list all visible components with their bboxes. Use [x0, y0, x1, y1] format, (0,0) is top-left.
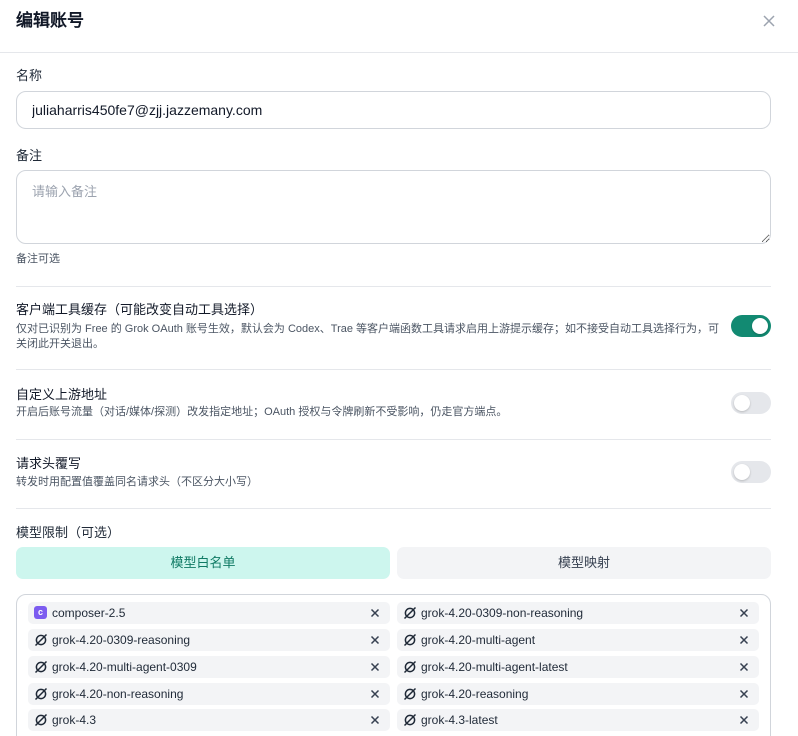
- notes-label: 备注: [16, 148, 43, 163]
- model-chip-label: grok-4.20-0309-non-reasoning: [421, 606, 584, 620]
- model-chip-label: grok-4.3: [52, 713, 97, 727]
- remove-icon[interactable]: [368, 713, 382, 727]
- custom-upstream-title: 自定义上游地址: [16, 387, 108, 402]
- model-chip-label: grok-4.20-multi-agent-latest: [421, 660, 568, 674]
- header-override-title: 请求头覆写: [16, 456, 82, 471]
- model-chip-label: grok-4.20-reasoning: [421, 687, 529, 701]
- close-icon[interactable]: [761, 13, 777, 29]
- model-chip-label: grok-4.3-latest: [421, 713, 498, 727]
- notes-textarea[interactable]: [16, 170, 771, 244]
- dialog-title: 编辑账号: [16, 11, 84, 30]
- model-whitelist-box: c composer-2.5 grok-4.20-0309-non-reason…: [16, 594, 771, 736]
- header-override-toggle[interactable]: [731, 461, 771, 483]
- client-tool-cache-description: 仅对已识别为 Free 的 Grok OAuth 账号生效，默认会为 Codex…: [16, 323, 720, 350]
- name-input[interactable]: [16, 91, 771, 129]
- custom-upstream-description: 开启后账号流量（对话/媒体/探测）改发指定地址；OAuth 授权与令牌刷新不受影…: [16, 406, 508, 418]
- remove-icon[interactable]: [737, 633, 751, 647]
- remove-icon[interactable]: [737, 606, 751, 620]
- model-limit-title: 模型限制（可选）: [16, 525, 121, 540]
- model-chip: grok-4.20-0309-reasoning: [28, 629, 390, 651]
- client-tool-cache-title: 客户端工具缓存（可能改变自动工具选择）: [16, 302, 264, 317]
- model-chip: grok-4.3: [28, 709, 390, 731]
- model-chip-label: grok-4.20-multi-agent-0309: [52, 660, 197, 674]
- remove-icon[interactable]: [368, 687, 382, 701]
- grok-icon: [403, 660, 417, 674]
- header-override-description: 转发时用配置值覆盖同名请求头（不区分大小写）: [16, 476, 258, 488]
- model-chip-label: grok-4.20-non-reasoning: [52, 687, 184, 701]
- remove-icon[interactable]: [368, 660, 382, 674]
- custom-upstream-toggle[interactable]: [731, 392, 771, 414]
- remove-icon[interactable]: [737, 713, 751, 727]
- client-tool-cache-toggle[interactable]: [731, 315, 771, 337]
- model-chip-label: grok-4.20-multi-agent: [421, 633, 536, 647]
- model-chip: grok-4.20-multi-agent: [397, 629, 759, 651]
- dialog-header: 编辑账号: [0, 0, 798, 53]
- model-chip: grok-4.20-multi-agent-0309: [28, 656, 390, 678]
- grok-icon: [34, 687, 48, 701]
- grok-icon: [34, 713, 48, 727]
- toggle-knob: [734, 395, 750, 411]
- grok-icon: [403, 687, 417, 701]
- model-chip: grok-4.3-latest: [397, 709, 759, 731]
- grok-icon: [403, 633, 417, 647]
- model-chip: grok-4.20-reasoning: [397, 683, 759, 705]
- model-chip-label: grok-4.20-0309-reasoning: [52, 633, 191, 647]
- divider: [16, 369, 771, 370]
- toggle-knob: [734, 464, 750, 480]
- model-chip: grok-4.20-0309-non-reasoning: [397, 602, 759, 624]
- model-chip: grok-4.20-non-reasoning: [28, 683, 390, 705]
- remove-icon[interactable]: [368, 606, 382, 620]
- model-chip: grok-4.20-multi-agent-latest: [397, 656, 759, 678]
- remove-icon[interactable]: [368, 633, 382, 647]
- grok-icon: [403, 713, 417, 727]
- divider: [16, 439, 771, 440]
- tab-model-mapping[interactable]: 模型映射: [397, 547, 771, 579]
- cursor-c-icon: c: [34, 606, 47, 619]
- divider: [16, 286, 771, 287]
- tab-model-whitelist[interactable]: 模型白名单: [16, 547, 390, 579]
- name-label: 名称: [16, 68, 43, 83]
- grok-icon: [403, 606, 417, 620]
- remove-icon[interactable]: [737, 687, 751, 701]
- toggle-knob: [752, 318, 768, 334]
- remove-icon[interactable]: [737, 660, 751, 674]
- divider: [16, 508, 771, 509]
- model-chip-label: composer-2.5: [52, 606, 126, 620]
- model-chip: c composer-2.5: [28, 602, 390, 624]
- grok-icon: [34, 633, 48, 647]
- notes-hint: 备注可选: [16, 253, 60, 265]
- grok-icon: [34, 660, 48, 674]
